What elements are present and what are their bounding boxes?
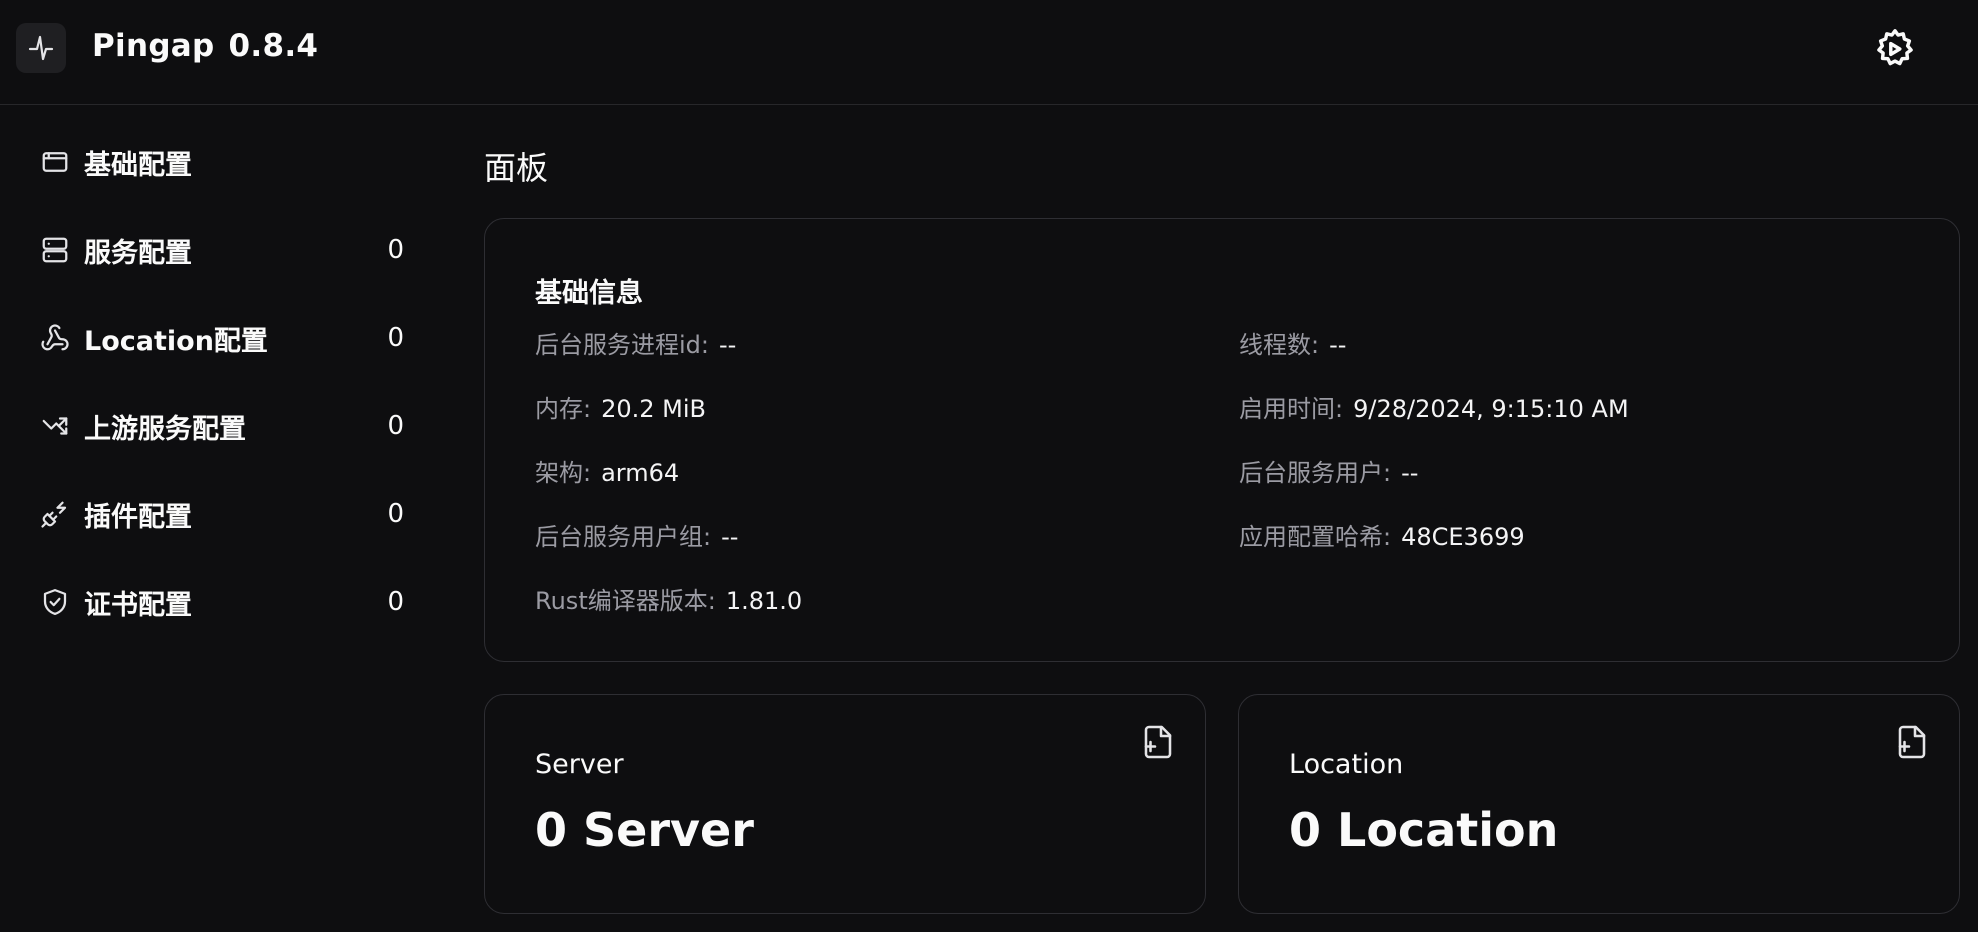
field-label: 应用配置哈希: [1239,523,1392,551]
sidebar-item-cert-config[interactable]: 证书配置 0 [28,574,418,630]
field-label: 后台服务用户组: [535,523,712,551]
card-title: 基础信息 [535,278,643,309]
file-plus-icon [1144,725,1172,759]
sidebar-item-count: 0 [387,499,404,529]
sidebar-item-count: 0 [387,323,404,353]
stat-title: Server [535,749,624,780]
sidebar-item-upstream-config[interactable]: 上游服务配置 0 [28,398,418,454]
info-field: Rust编译器版本: 1.81.0 [535,581,802,616]
plug-icon [38,497,72,531]
field-label: 架构: [535,459,592,487]
shield-check-icon [38,585,72,619]
sidebar-item-label: 证书配置 [84,589,192,621]
sidebar-item-label: 服务配置 [84,237,192,269]
app-name: Pingap [92,28,215,64]
add-server-button[interactable] [1137,721,1179,763]
browser-window-icon [38,145,72,179]
info-field: 后台服务进程id: -- [535,325,736,360]
field-value: 48CE3699 [1401,523,1525,551]
gear-icon [1877,29,1913,66]
add-location-button[interactable] [1891,721,1933,763]
sidebar-item-label: 插件配置 [84,501,192,533]
field-value: 20.2 MiB [601,395,706,423]
sidebar-item-count: 0 [387,587,404,617]
activity-icon[interactable] [16,23,66,73]
app-title: Pingap 0.8.4 [92,28,318,64]
field-label: 内存: [535,395,592,423]
field-value: 1.81.0 [725,587,803,615]
sidebar-item-plugin-config[interactable]: 插件配置 0 [28,486,418,542]
server-stat-card: Server 0 Server [484,694,1206,914]
server-icon [38,233,72,267]
field-value: -- [1401,459,1419,487]
location-stat-card: Location 0 Location [1238,694,1960,914]
field-value: -- [721,523,739,551]
sidebar-item-basic-config[interactable]: 基础配置 [28,134,418,190]
stat-title: Location [1289,749,1404,780]
settings-button[interactable] [1868,22,1922,76]
field-label: 后台服务用户: [1239,459,1392,487]
info-field: 架构: arm64 [535,453,679,488]
sidebar-item-count: 0 [387,411,404,441]
field-label: Rust编译器版本: [535,587,716,615]
info-field: 后台服务用户组: -- [535,517,738,552]
field-label: 后台服务进程id: [535,331,709,359]
sidebar-item-server-config[interactable]: 服务配置 0 [28,222,418,278]
info-field: 启用时间: 9/28/2024, 9:15:10 AM [1239,389,1629,424]
sidebar-item-count: 0 [387,235,404,265]
sidebar-item-label: 上游服务配置 [84,413,246,445]
file-plus-icon [1898,725,1926,759]
info-field: 后台服务用户: -- [1239,453,1418,488]
top-bar: Pingap 0.8.4 [0,0,1978,105]
info-field: 应用配置哈希: 48CE3699 [1239,517,1525,552]
stat-value: 0 Location [1289,803,1559,857]
split-arrows-icon [38,409,72,443]
stat-value: 0 Server [535,803,754,857]
page-title: 面板 [484,149,549,187]
field-label: 线程数: [1239,331,1320,359]
field-label: 启用时间: [1239,395,1344,423]
field-value: 9/28/2024, 9:15:10 AM [1353,395,1629,423]
field-value: -- [719,331,737,359]
info-field: 线程数: -- [1239,325,1346,360]
field-value: arm64 [601,459,680,487]
webhook-icon [38,321,72,355]
field-value: -- [1329,331,1347,359]
info-field: 内存: 20.2 MiB [535,389,706,424]
sidebar-item-location-config[interactable]: Location配置 0 [28,310,418,366]
sidebar-item-label: 基础配置 [84,149,192,181]
sidebar-item-label: Location配置 [84,325,268,357]
basic-info-card: 基础信息 后台服务进程id: -- 线程数: -- 内存: 20.2 MiB 启用时间… [484,218,1960,662]
app-version: 0.8.4 [228,28,319,64]
